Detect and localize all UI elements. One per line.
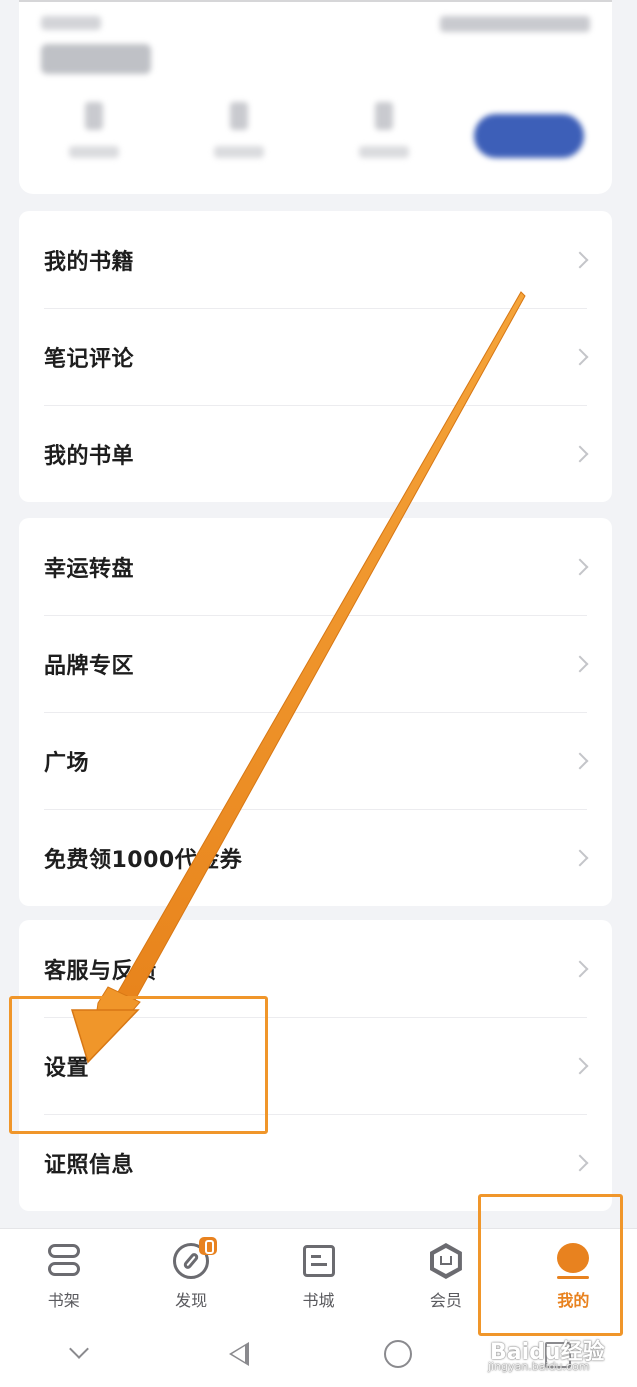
chevron-right-icon [571, 849, 589, 866]
home-icon[interactable] [368, 1334, 428, 1374]
chevron-right-icon [571, 752, 589, 769]
menu-item-lucky-wheel[interactable]: 幸运转盘 [19, 518, 612, 615]
menu-item-my-books[interactable]: 我的书籍 [19, 211, 612, 308]
menu-group-library: 我的书籍 笔记评论 我的书单 [19, 211, 612, 502]
profile-level-info [440, 16, 590, 32]
tab-label: 书城 [302, 1291, 335, 1310]
profile-username [41, 44, 151, 74]
profile-stat[interactable] [344, 102, 424, 172]
tab-label: 会员 [429, 1291, 462, 1310]
highlight-box-me-tab [478, 1194, 623, 1336]
chevron-right-icon [571, 960, 589, 977]
chevron-right-icon [571, 558, 589, 575]
vip-crown-icon [426, 1241, 466, 1281]
notification-badge-icon [199, 1237, 218, 1255]
compass-icon [171, 1237, 218, 1281]
menu-item-plaza[interactable]: 广场 [19, 712, 612, 809]
menu-group-activities: 幸运转盘 品牌专区 广场 免费领1000代金券 [19, 518, 612, 906]
profile-stat[interactable] [199, 102, 279, 172]
profile-action-button[interactable] [474, 114, 584, 158]
bookstore-icon [299, 1241, 339, 1281]
menu-item-label: 免费领1000代金券 [44, 847, 243, 873]
chevron-right-icon [571, 348, 589, 365]
chevron-right-icon [571, 1154, 589, 1171]
menu-item-label: 我的书单 [44, 443, 135, 469]
menu-item-label: 广场 [44, 750, 90, 776]
menu-item-brand-zone[interactable]: 品牌专区 [19, 615, 612, 712]
menu-item-label: 品牌专区 [44, 653, 135, 679]
watermark-url: jingyan.baidu.com [488, 1360, 590, 1373]
watermark: Baidu经验 jingyan.baidu.com [480, 1334, 630, 1374]
menu-item-my-booklists[interactable]: 我的书单 [19, 405, 612, 502]
bookshelf-icon [44, 1241, 84, 1281]
menu-item-notes-comments[interactable]: 笔记评论 [19, 308, 612, 405]
chevron-right-icon [571, 251, 589, 268]
highlight-box-settings [9, 996, 268, 1134]
tab-bookshelf[interactable]: 书架 [0, 1229, 127, 1320]
menu-item-free-coupon[interactable]: 免费领1000代金券 [19, 809, 612, 906]
menu-item-label: 笔记评论 [44, 346, 135, 372]
profile-stat[interactable] [54, 102, 134, 172]
collapse-nav-icon[interactable] [50, 1334, 110, 1374]
menu-item-label: 客服与反馈 [44, 958, 157, 984]
chevron-right-icon [571, 655, 589, 672]
tab-label: 发现 [175, 1291, 208, 1310]
profile-meta [41, 16, 101, 30]
menu-item-label: 证照信息 [44, 1152, 135, 1178]
tab-bookstore[interactable]: 书城 [255, 1229, 382, 1320]
chevron-right-icon [571, 1057, 589, 1074]
menu-item-label: 幸运转盘 [44, 556, 135, 582]
tab-label: 书架 [47, 1291, 80, 1310]
profile-card[interactable] [19, 0, 612, 194]
tab-discover[interactable]: 发现 [127, 1229, 254, 1320]
chevron-right-icon [571, 445, 589, 462]
menu-item-label: 我的书籍 [44, 249, 135, 275]
back-icon[interactable] [209, 1334, 269, 1374]
